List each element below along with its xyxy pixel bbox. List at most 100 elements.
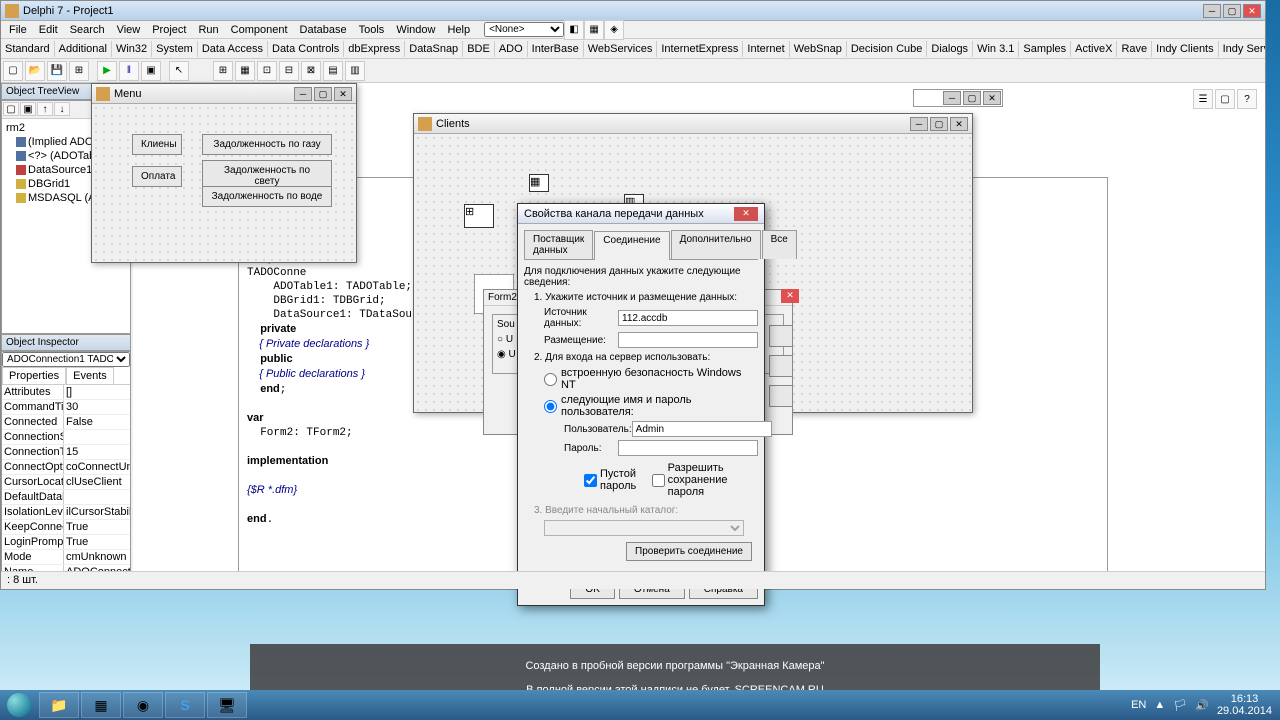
property-row[interactable]: ConnectionStr: [2, 430, 130, 445]
open-button[interactable]: 📂: [25, 61, 45, 81]
gas-debt-button[interactable]: Задолженность по газу: [202, 134, 332, 155]
maximize-button[interactable]: ▢: [1223, 4, 1241, 18]
pause-button[interactable]: ‖: [119, 61, 139, 81]
view-icon[interactable]: ▢: [1215, 89, 1235, 109]
palette-tab[interactable]: InternetExpress: [657, 41, 743, 57]
palette-tab[interactable]: System: [152, 41, 198, 57]
palette-tab[interactable]: BDE: [463, 41, 495, 57]
palette-tab[interactable]: Rave: [1117, 41, 1152, 57]
inspector-combo[interactable]: ADOConnection1 TADOConnec: [2, 352, 130, 367]
location-input[interactable]: [618, 332, 758, 348]
comp-icon[interactable]: ▥: [345, 61, 365, 81]
save-pass-check[interactable]: [652, 474, 665, 487]
menu-project[interactable]: Project: [146, 22, 192, 38]
tab-connection[interactable]: Соединение: [594, 231, 669, 260]
comp-icon[interactable]: ⊞: [213, 61, 233, 81]
palette-tab[interactable]: Internet: [743, 41, 789, 57]
menu-help[interactable]: Help: [441, 22, 476, 38]
comp-icon[interactable]: ⊟: [279, 61, 299, 81]
tray-flag-icon[interactable]: 🏳: [1173, 699, 1187, 712]
comp-icon[interactable]: ▦: [235, 61, 255, 81]
close-button[interactable]: ✕: [1243, 4, 1261, 18]
palette-tab[interactable]: dbExpress: [344, 41, 405, 57]
property-row[interactable]: LoginPromptTrue: [2, 535, 130, 550]
palette-tab[interactable]: ActiveX: [1071, 41, 1117, 57]
comp-icon[interactable]: ⊠: [301, 61, 321, 81]
tree-tb-icon[interactable]: ↑: [37, 102, 53, 116]
side-button[interactable]: [769, 385, 793, 407]
minimize-button[interactable]: ─: [294, 87, 312, 101]
saveall-button[interactable]: ⊞: [69, 61, 89, 81]
tab-all[interactable]: Все: [762, 230, 797, 259]
lang-indicator[interactable]: EN: [1131, 699, 1146, 711]
maximize-button[interactable]: ▢: [930, 117, 948, 131]
userpass-radio[interactable]: [544, 400, 557, 413]
stop-button[interactable]: ▣: [141, 61, 161, 81]
palette-tab[interactable]: WebSnap: [790, 41, 847, 57]
palette-tab[interactable]: Additional: [55, 41, 112, 57]
tb-icon[interactable]: ◧: [564, 20, 584, 40]
close-button[interactable]: ✕: [781, 289, 799, 303]
menu-file[interactable]: File: [3, 22, 33, 38]
clock[interactable]: 16:1329.04.2014: [1217, 693, 1272, 717]
explorer-icon[interactable]: 📁: [39, 692, 79, 718]
start-button[interactable]: [0, 690, 38, 720]
menu-tools[interactable]: Tools: [353, 22, 391, 38]
water-debt-button[interactable]: Задолженность по воде: [202, 186, 332, 207]
palette-tab[interactable]: DataSnap: [405, 41, 463, 57]
tree-tb-icon[interactable]: ▣: [20, 102, 36, 116]
task-icon[interactable]: 🖥: [207, 692, 247, 718]
empty-pass-check[interactable]: [584, 474, 597, 487]
property-row[interactable]: ConnectOptioncoConnectUnspe: [2, 460, 130, 475]
chrome-icon[interactable]: ◉: [123, 692, 163, 718]
close-button[interactable]: ✕: [734, 207, 758, 221]
user-input[interactable]: [632, 421, 772, 437]
clients-button[interactable]: Клиены: [132, 134, 182, 155]
menu-view[interactable]: View: [111, 22, 147, 38]
close-button[interactable]: ✕: [950, 117, 968, 131]
save-button[interactable]: 💾: [47, 61, 67, 81]
tray-flag-icon[interactable]: ▲: [1154, 699, 1165, 711]
comp-icon[interactable]: ▤: [323, 61, 343, 81]
property-row[interactable]: ConnectedFalse: [2, 415, 130, 430]
maximize-button[interactable]: ▢: [314, 87, 332, 101]
side-button[interactable]: [769, 325, 793, 347]
tb-icon[interactable]: ◈: [604, 20, 624, 40]
side-button[interactable]: [769, 355, 793, 377]
close-button[interactable]: ✕: [983, 91, 1001, 105]
palette-tab[interactable]: Indy Clients: [1152, 41, 1218, 57]
menu-edit[interactable]: Edit: [33, 22, 64, 38]
source-input[interactable]: [618, 310, 758, 326]
palette-tab[interactable]: Data Controls: [268, 41, 344, 57]
property-row[interactable]: KeepConnectioTrue: [2, 520, 130, 535]
minimize-button[interactable]: ─: [1203, 4, 1221, 18]
property-row[interactable]: Attributes[]: [2, 385, 130, 400]
tb-icon[interactable]: ▦: [584, 20, 604, 40]
property-row[interactable]: IsolationLevelilCursorStability: [2, 505, 130, 520]
help-icon[interactable]: ?: [1237, 89, 1257, 109]
property-row[interactable]: CursorLocationclUseClient: [2, 475, 130, 490]
task-icon[interactable]: ▦: [81, 692, 121, 718]
system-tray[interactable]: EN ▲ 🏳 🔊 16:1329.04.2014: [1123, 693, 1280, 717]
tree-tb-icon[interactable]: ▢: [3, 102, 19, 116]
component-icon[interactable]: ▦: [529, 174, 549, 192]
tab-properties[interactable]: Properties: [2, 367, 66, 384]
palette-tab[interactable]: Standard: [1, 41, 55, 57]
property-row[interactable]: ModecmUnknown: [2, 550, 130, 565]
palette-tab[interactable]: ADO: [495, 41, 528, 57]
cursor-icon[interactable]: ↖: [169, 61, 189, 81]
payment-button[interactable]: Оплата: [132, 166, 182, 187]
palette-tab[interactable]: Indy Servers: [1219, 41, 1265, 57]
pass-input[interactable]: [618, 440, 758, 456]
run-button[interactable]: ▶: [97, 61, 117, 81]
comp-icon[interactable]: ⊡: [257, 61, 277, 81]
skype-icon[interactable]: S: [165, 692, 205, 718]
nt-security-radio[interactable]: [544, 373, 557, 386]
palette-tab[interactable]: Dialogs: [927, 41, 973, 57]
palette-tab[interactable]: Data Access: [198, 41, 268, 57]
tab-provider[interactable]: Поставщик данных: [524, 230, 593, 259]
tab-events[interactable]: Events: [66, 367, 114, 384]
test-connection-button[interactable]: Проверить соединение: [626, 542, 752, 561]
config-combo[interactable]: <None>: [484, 22, 564, 37]
menu-run[interactable]: Run: [192, 22, 224, 38]
